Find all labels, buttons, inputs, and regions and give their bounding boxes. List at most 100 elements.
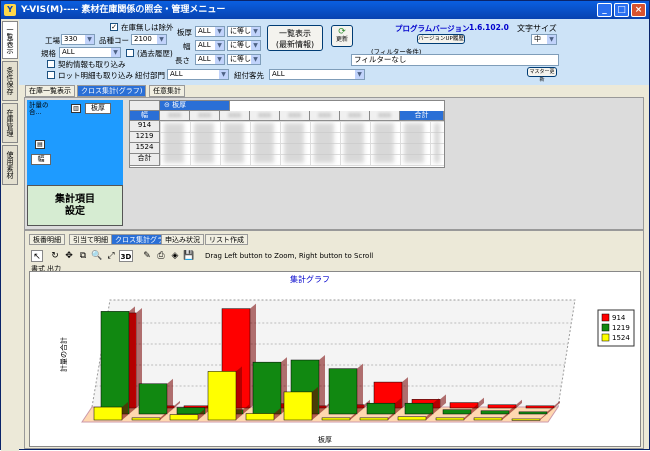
lot-checkbox[interactable]	[47, 71, 55, 79]
bar-1524-8	[397, 416, 427, 421]
close-button[interactable]: ×	[631, 3, 646, 17]
bar-side-1524-3	[236, 366, 242, 420]
product-select[interactable]: 2100	[131, 34, 167, 45]
fit-icon[interactable]: ⤢	[105, 250, 117, 262]
length-select[interactable]: ALL	[195, 54, 225, 65]
version-value: 1.6.102.0	[469, 23, 509, 32]
bar-1524-3	[207, 371, 237, 421]
title-bar: Y Y-VIS(M)---- 素材在庫関係の照会・管理メニュー _ □ ×	[1, 1, 649, 19]
vtab-save[interactable]: 条件保存	[2, 61, 18, 101]
thickness-label: 板厚	[177, 28, 192, 37]
master-update-button[interactable]: マスター更新	[527, 67, 557, 83]
dept-select[interactable]: ALL	[167, 69, 229, 80]
width-op-select[interactable]: に等しい	[227, 40, 261, 51]
pivot-data-area	[160, 121, 444, 166]
copy-icon[interactable]: ⧉	[77, 250, 89, 262]
app-window: Y Y-VIS(M)---- 素材在庫関係の照会・管理メニュー _ □ × 一覧…	[0, 0, 650, 451]
blurred-values	[164, 123, 440, 163]
pivot-grid[interactable]: ⊝ 板厚 幅 aaa aaa aaa aaa aaa aaa aaa aaa 合…	[129, 100, 445, 168]
tab-application-status[interactable]: 申込み状況	[161, 234, 204, 245]
bar-1524-9	[435, 417, 465, 421]
row-header-914: 914	[130, 121, 160, 132]
toolbar-hint: Drag Left button to Zoom, Right button t…	[205, 252, 374, 260]
list-button-line2: (最新情報)	[275, 40, 315, 49]
bar-1524-10	[473, 417, 503, 421]
x-axis-label: 板厚	[318, 435, 332, 444]
thickness-op-select[interactable]: に等しい	[227, 26, 261, 37]
chart-area: 集計グラフ 計量の合計 板厚 914 1219 1524	[29, 271, 641, 447]
print-icon[interactable]: ⎙	[155, 250, 167, 262]
col-header: aaa	[160, 111, 190, 121]
row-header-1524: 1524	[130, 143, 160, 154]
bar-1219-10	[480, 410, 510, 415]
col-header: aaa	[220, 111, 250, 121]
col-header: aaa	[310, 111, 340, 121]
maximize-button[interactable]: □	[614, 3, 629, 17]
vtab-stock[interactable]: 在庫管理	[2, 103, 18, 143]
vtab-material[interactable]: 使用素材	[2, 145, 18, 185]
lot-label: ロット明細も取り込み	[58, 71, 133, 80]
width-label: 幅	[183, 42, 191, 51]
past-label: (過去履歴)	[137, 49, 173, 58]
y-axis-label: 計量の合計	[59, 337, 68, 372]
aggregate-button-line1: 集計項目	[55, 194, 95, 205]
aggregate-settings-button[interactable]: 集計項目 設定	[27, 185, 123, 226]
bar-side-1219-0	[129, 306, 135, 414]
aggregate-button-line2: 設定	[65, 206, 85, 217]
tab-stock-list[interactable]: 在庫一覧表示	[25, 85, 75, 97]
palette-icon[interactable]: ◈	[169, 250, 181, 262]
tab-allocation-detail[interactable]: 引当て明細	[69, 234, 112, 245]
bar-chart: 集計グラフ計量の合計板厚 914 1219 1524	[59, 274, 635, 444]
save-icon[interactable]: 💾	[183, 250, 195, 262]
edit-icon[interactable]: ✎	[141, 250, 153, 262]
tab-list-create[interactable]: リスト作成	[205, 234, 248, 245]
row-icon: ▤	[35, 140, 45, 149]
row-field-chip[interactable]: 幅	[31, 154, 51, 165]
customer-select[interactable]: ALL	[269, 69, 365, 80]
pointer-icon[interactable]: ↖	[31, 250, 43, 262]
factory-label: 工場	[45, 36, 60, 45]
bar-914-11	[525, 405, 555, 409]
filter-header: ✓ 在庫無しは除外 工場 330 品種コード 2100 規格 ALL (過去履歴…	[19, 19, 649, 85]
minimize-button[interactable]: _	[597, 3, 612, 17]
vtab-list[interactable]: 一覧表示	[2, 21, 18, 59]
app-icon: Y	[4, 4, 16, 16]
thickness-select[interactable]: ALL	[195, 26, 225, 37]
filter-field[interactable]: フィルターなし	[351, 54, 559, 66]
row-header-1219: 1219	[130, 132, 160, 143]
zoom-icon[interactable]: 🔍	[91, 250, 103, 262]
width-select[interactable]: ALL	[195, 40, 225, 51]
col-header: aaa	[340, 111, 370, 121]
legend-swatch-914	[601, 313, 610, 322]
past-checkbox[interactable]	[126, 49, 134, 57]
row-field-header: 幅	[130, 111, 160, 121]
bar-1219-9	[442, 409, 472, 415]
rotate-icon[interactable]: ↻	[49, 250, 61, 262]
tab-custom-aggregate[interactable]: 任意集計	[149, 85, 185, 97]
move-icon[interactable]: ✥	[63, 250, 75, 262]
font-size-label: 文字サイズ	[517, 24, 557, 33]
grid-icon: ▥	[71, 104, 81, 113]
version-history-button[interactable]: バージョンUP履歴	[417, 34, 465, 44]
list-refresh-button[interactable]: 一覧表示 (最新情報)	[267, 25, 323, 51]
bar-914-10	[487, 404, 517, 409]
tab-plate-detail[interactable]: 板番明細	[29, 234, 65, 245]
refresh-button[interactable]: ⟳ 更新	[331, 25, 353, 47]
contract-checkbox[interactable]	[47, 60, 55, 68]
factory-select[interactable]: 330	[61, 34, 95, 45]
bar-1219-6	[328, 368, 358, 415]
main-tabs: 在庫一覧表示 クロス集計(グラフ) 任意集計	[19, 85, 649, 97]
font-size-select[interactable]: 中	[531, 34, 557, 45]
bar-1524-1	[131, 417, 161, 421]
bar-1524-4	[245, 413, 275, 421]
col-header: aaa	[250, 111, 280, 121]
bar-1524-2	[169, 414, 199, 421]
col-header: aaa	[280, 111, 310, 121]
tab-cross-graph[interactable]: クロス集計(グラフ)	[77, 85, 147, 97]
length-op-select[interactable]: に等しい	[227, 54, 261, 65]
bar-1219-11	[518, 411, 548, 415]
exclude-checkbox[interactable]: ✓	[110, 23, 118, 31]
threed-button[interactable]: 3D	[119, 250, 133, 262]
col-field-chip[interactable]: 板厚	[85, 103, 111, 114]
spec-select[interactable]: ALL	[59, 47, 121, 58]
